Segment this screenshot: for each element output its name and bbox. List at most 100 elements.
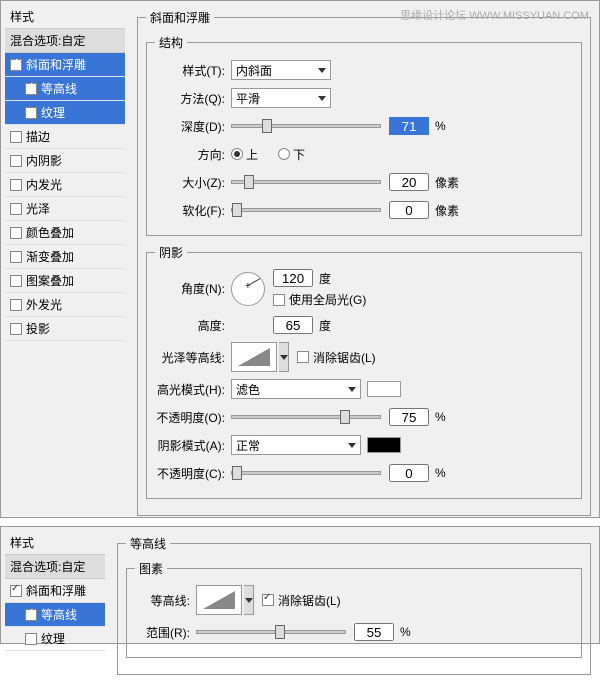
direction-down-radio[interactable] [278, 148, 290, 160]
style-checkbox[interactable] [10, 203, 22, 215]
style-item[interactable]: 内阴影 [5, 149, 125, 173]
style-item[interactable]: 等高线 [5, 603, 105, 627]
method-value: 平滑 [236, 90, 260, 107]
bevel-emboss-group: 斜面和浮雕 结构 样式(T): 内斜面 方法(Q): 平滑 深度(D): % [137, 9, 591, 516]
highlight-mode-value: 滤色 [236, 381, 260, 398]
bevel-legend: 斜面和浮雕 [146, 9, 214, 26]
direction-up-radio[interactable] [231, 148, 243, 160]
soften-slider[interactable] [231, 208, 381, 212]
style-item[interactable]: 斜面和浮雕 [5, 53, 125, 77]
shading-group: 阴影 角度(N): 度 使用全局光(G) [146, 244, 582, 499]
highlight-mode-dropdown[interactable]: 滤色 [231, 379, 361, 399]
altitude-input[interactable] [273, 316, 313, 334]
style-checkbox[interactable] [25, 609, 37, 621]
depth-label: 深度(D): [155, 118, 225, 135]
range-slider[interactable] [196, 630, 346, 634]
style-checkbox[interactable] [25, 633, 37, 645]
shadow-color-swatch[interactable] [367, 437, 401, 453]
altitude-label: 高度: [155, 317, 225, 334]
soften-label: 软化(F): [155, 202, 225, 219]
style-item-label: 图案叠加 [26, 272, 74, 289]
style-item-label: 外发光 [26, 296, 62, 313]
styles-sidebar-2: 样式 混合选项:自定 斜面和浮雕等高线纹理 [5, 531, 105, 651]
style-item-label: 渐变叠加 [26, 248, 74, 265]
soften-unit: 像素 [435, 202, 459, 219]
style-item-label: 内阴影 [26, 152, 62, 169]
style-checkbox[interactable] [10, 59, 22, 71]
shadow-opacity-unit: % [435, 466, 446, 480]
chevron-down-icon [348, 387, 356, 392]
down-label: 下 [293, 146, 305, 163]
shadow-opacity-slider[interactable] [231, 471, 381, 475]
style-checkbox[interactable] [10, 585, 22, 597]
style-item[interactable]: 内发光 [5, 173, 125, 197]
style-checkbox[interactable] [10, 299, 22, 311]
angle-label: 角度(N): [155, 280, 225, 297]
styles-sidebar: 样式 混合选项:自定 斜面和浮雕等高线纹理描边内阴影内发光光泽颜色叠加渐变叠加图… [5, 5, 125, 341]
highlight-opacity-unit: % [435, 410, 446, 424]
antialias-checkbox[interactable] [297, 351, 309, 363]
angle-unit: 度 [319, 270, 331, 287]
gloss-contour-label: 光泽等高线: [155, 349, 225, 366]
style-item[interactable]: 纹理 [5, 101, 125, 125]
angle-input[interactable] [273, 269, 313, 287]
style-item[interactable]: 描边 [5, 125, 125, 149]
style-checkbox[interactable] [10, 155, 22, 167]
range-input[interactable] [354, 623, 394, 641]
style-dropdown[interactable]: 内斜面 [231, 60, 331, 80]
style-item[interactable]: 纹理 [5, 627, 105, 651]
style-item[interactable]: 外发光 [5, 293, 125, 317]
antialias-checkbox-2[interactable] [262, 594, 274, 606]
depth-unit: % [435, 119, 446, 133]
highlight-color-swatch[interactable] [367, 381, 401, 397]
style-item[interactable]: 投影 [5, 317, 125, 341]
style-checkbox[interactable] [10, 131, 22, 143]
style-item-label: 等高线 [41, 606, 77, 623]
angle-dial[interactable] [231, 272, 265, 306]
size-slider[interactable] [231, 180, 381, 184]
size-unit: 像素 [435, 174, 459, 191]
style-checkbox[interactable] [10, 275, 22, 287]
style-item[interactable]: 颜色叠加 [5, 221, 125, 245]
size-input[interactable] [389, 173, 429, 191]
style-checkbox[interactable] [10, 227, 22, 239]
shadow-opacity-input[interactable] [389, 464, 429, 482]
style-checkbox[interactable] [10, 179, 22, 191]
elements-group: 图素 等高线: 消除锯齿(L) 范围(R): % [126, 560, 582, 658]
structure-group: 结构 样式(T): 内斜面 方法(Q): 平滑 深度(D): % 方向: [146, 34, 582, 236]
depth-slider[interactable] [231, 124, 381, 128]
chevron-down-icon [318, 68, 326, 73]
structure-legend: 结构 [155, 34, 187, 51]
style-item-label: 颜色叠加 [26, 224, 74, 241]
style-item[interactable]: 光泽 [5, 197, 125, 221]
style-item-label: 等高线 [41, 80, 77, 97]
styles-header-2: 样式 [5, 531, 105, 555]
depth-input[interactable] [389, 117, 429, 135]
style-item-label: 纹理 [41, 630, 65, 647]
method-dropdown[interactable]: 平滑 [231, 88, 331, 108]
shadow-mode-dropdown[interactable]: 正常 [231, 435, 361, 455]
style-checkbox[interactable] [10, 323, 22, 335]
style-item[interactable]: 斜面和浮雕 [5, 579, 105, 603]
style-item-label: 纹理 [41, 104, 65, 121]
highlight-mode-label: 高光模式(H): [155, 381, 225, 398]
gloss-contour-picker[interactable] [231, 342, 277, 372]
blend-options-2[interactable]: 混合选项:自定 [5, 555, 105, 579]
style-checkbox[interactable] [25, 83, 37, 95]
direction-label: 方向: [155, 146, 225, 163]
contour-dropdown-arrow-2[interactable] [244, 585, 254, 615]
shadow-opacity-label: 不透明度(C): [155, 465, 225, 482]
shadow-mode-label: 阴影模式(A): [155, 437, 225, 454]
style-item[interactable]: 图案叠加 [5, 269, 125, 293]
style-checkbox[interactable] [25, 107, 37, 119]
contour-dropdown-arrow[interactable] [279, 342, 289, 372]
soften-input[interactable] [389, 201, 429, 219]
highlight-opacity-input[interactable] [389, 408, 429, 426]
global-light-checkbox[interactable] [273, 294, 285, 306]
style-checkbox[interactable] [10, 251, 22, 263]
style-item[interactable]: 渐变叠加 [5, 245, 125, 269]
style-item[interactable]: 等高线 [5, 77, 125, 101]
contour-picker[interactable] [196, 585, 242, 615]
highlight-opacity-slider[interactable] [231, 415, 381, 419]
blend-options[interactable]: 混合选项:自定 [5, 29, 125, 53]
